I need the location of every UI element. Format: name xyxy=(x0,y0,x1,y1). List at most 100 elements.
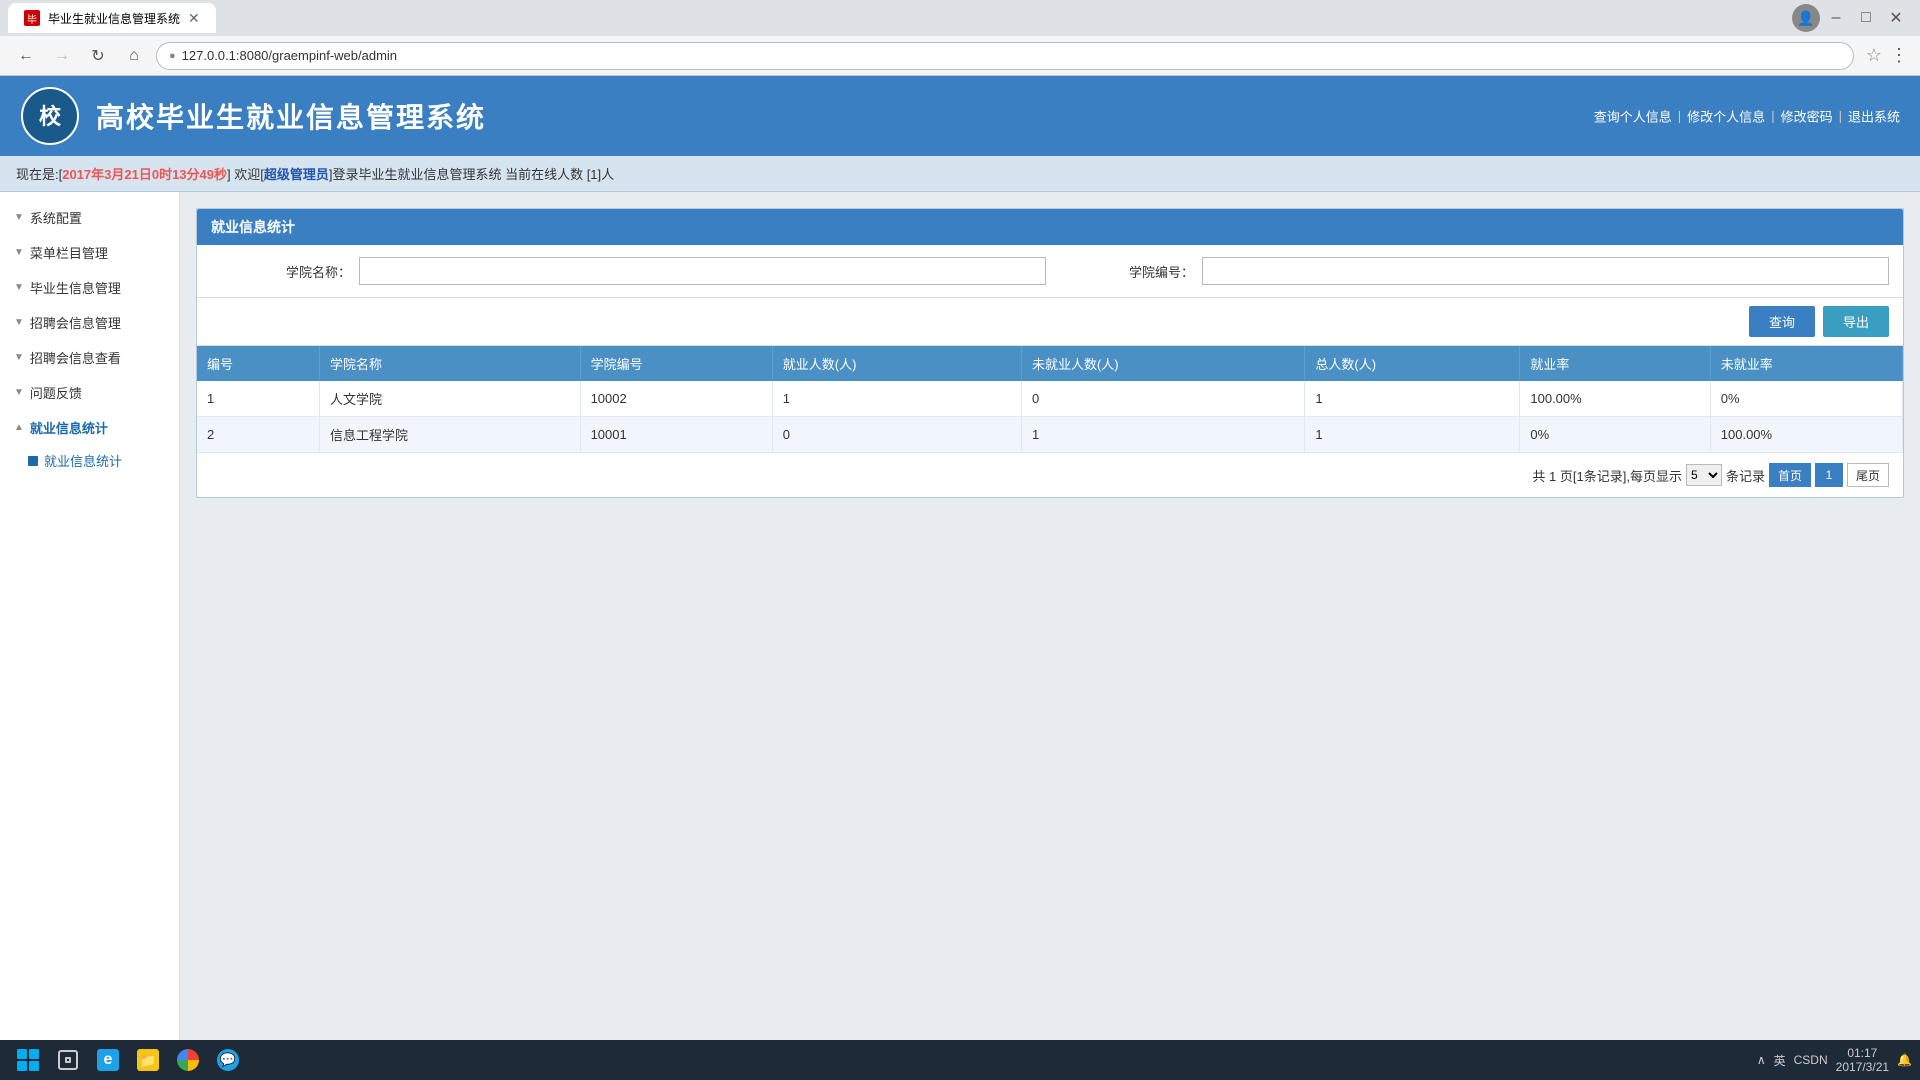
address-bar[interactable]: ● 127.0.0.1:8080/graempinf-web/admin xyxy=(156,42,1854,70)
sidebar-item-graduate-management[interactable]: ▼ 毕业生信息管理 xyxy=(0,270,179,305)
nav-divider-3: | xyxy=(1839,109,1842,124)
browser-window: 毕 毕业生就业信息管理系统 ✕ 👤 – □ ✕ ← → ↻ ⌂ ● 127.0.… xyxy=(0,0,1920,1078)
page-1-button[interactable]: 1 xyxy=(1815,463,1843,487)
pagination: 共 1 页[1条记录],每页显示 5 10 20 50 条记录 首页 1 尾页 xyxy=(197,453,1903,497)
search-actions: 查询 导出 xyxy=(197,298,1903,346)
status-bar: 现在是:[2017年3月21日0时13分49秒] 欢迎[超级管理员]登录毕业生就… xyxy=(0,156,1920,192)
arrow-icon-feedback: ▼ xyxy=(14,387,24,398)
current-datetime: 2017年3月21日0时13分49秒 xyxy=(62,167,227,182)
logo-svg: 校 xyxy=(20,86,80,146)
bookmark-button[interactable]: ☆ xyxy=(1866,45,1882,66)
first-page-button[interactable]: 首页 xyxy=(1769,463,1811,487)
username-display: 超级管理员 xyxy=(264,167,329,182)
main-content: 就业信息统计 学院名称： 学院编号： 查询 导出 xyxy=(180,192,1920,1078)
col-header-employ-rate: 就业率 xyxy=(1520,346,1710,381)
query-button[interactable]: 查询 xyxy=(1749,306,1815,337)
arrow-icon-employment: ▲ xyxy=(14,422,24,433)
subitem-square-icon xyxy=(28,456,38,466)
school-code-label: 学院编号： xyxy=(1054,262,1194,281)
sidebar-item-job-fair-management[interactable]: ▼ 招聘会信息管理 xyxy=(0,305,179,340)
browser-tab[interactable]: 毕 毕业生就业信息管理系统 ✕ xyxy=(8,3,216,33)
cell-employ-rate-2: 0% xyxy=(1520,417,1710,453)
cell-school-name-1: 人文学院 xyxy=(319,381,580,417)
clock-time: 01:17 xyxy=(1847,1046,1877,1060)
status-suffix: ]登录毕业生就业信息管理系统 当前在线人数 [1]人 xyxy=(329,167,614,182)
school-name-label: 学院名称： xyxy=(211,262,351,281)
tab-close-button[interactable]: ✕ xyxy=(188,10,200,27)
header-nav: 查询个人信息 | 修改个人信息 | 修改密码 | 退出系统 xyxy=(1594,107,1900,126)
forward-button[interactable]: → xyxy=(48,42,76,70)
pagination-suffix: 条记录 xyxy=(1726,466,1765,485)
cell-total-1: 1 xyxy=(1305,381,1520,417)
browser-titlebar: 毕 毕业生就业信息管理系统 ✕ 👤 – □ ✕ xyxy=(0,0,1920,36)
per-page-select[interactable]: 5 10 20 50 xyxy=(1686,464,1722,486)
profile-icon[interactable]: 👤 xyxy=(1792,4,1820,32)
sidebar-label-employment: 就业信息统计 xyxy=(30,418,108,437)
school-name-input[interactable] xyxy=(359,257,1046,285)
notification-icon[interactable]: 🔔 xyxy=(1897,1053,1912,1067)
status-mid: ] 欢迎[ xyxy=(227,167,264,182)
browser-controls: ← → ↻ ⌂ ● 127.0.0.1:8080/graempinf-web/a… xyxy=(0,36,1920,76)
cell-id-1: 1 xyxy=(197,381,319,417)
taskbar-lang-icon[interactable]: 英 xyxy=(1774,1052,1786,1069)
table-container: 编号 学院名称 学院编号 就业人数(人) 未就业人数(人) 总人数(人) 就业率… xyxy=(197,346,1903,453)
sidebar-item-feedback[interactable]: ▼ 问题反馈 xyxy=(0,375,179,410)
nav-logout[interactable]: 退出系统 xyxy=(1848,107,1900,126)
nav-change-password[interactable]: 修改密码 xyxy=(1781,107,1833,126)
cell-employ-rate-1: 100.00% xyxy=(1520,381,1710,417)
chrome-taskbar-button[interactable] xyxy=(170,1042,206,1078)
chrome-menu-button[interactable]: ⋮ xyxy=(1890,45,1908,66)
reload-button[interactable]: ↻ xyxy=(84,42,112,70)
nav-query-profile[interactable]: 查询个人信息 xyxy=(1594,107,1672,126)
table-row: 2 信息工程学院 10001 0 1 1 0% 100.00% xyxy=(197,417,1903,453)
cell-unemploy-rate-2: 100.00% xyxy=(1710,417,1902,453)
security-icon: ● xyxy=(169,50,176,62)
sidebar-item-job-fair-view[interactable]: ▼ 招聘会信息查看 xyxy=(0,340,179,375)
col-header-school-name: 学院名称 xyxy=(319,346,580,381)
file-explorer-button[interactable]: 📁 xyxy=(130,1042,166,1078)
sidebar-label-system-config: 系统配置 xyxy=(30,208,82,227)
cell-unemployed-1: 0 xyxy=(1021,381,1304,417)
cell-school-code-1: 10002 xyxy=(580,381,772,417)
nav-divider-2: | xyxy=(1771,109,1774,124)
back-button[interactable]: ← xyxy=(12,42,40,70)
home-button[interactable]: ⌂ xyxy=(120,42,148,70)
cell-school-code-2: 10001 xyxy=(580,417,772,453)
sidebar-subitem-employment-stats[interactable]: 就业信息统计 xyxy=(0,445,179,476)
minimize-button[interactable]: – xyxy=(1822,4,1850,32)
app-logo: 校 xyxy=(20,86,80,146)
maximize-button[interactable]: □ xyxy=(1852,4,1880,32)
sidebar-item-menu-management[interactable]: ▼ 菜单栏目管理 xyxy=(0,235,179,270)
cell-unemployed-2: 1 xyxy=(1021,417,1304,453)
school-code-input[interactable] xyxy=(1202,257,1889,285)
sidebar-label-feedback: 问题反馈 xyxy=(30,383,82,402)
clock-date: 2017/3/21 xyxy=(1836,1060,1889,1074)
cell-school-name-2: 信息工程学院 xyxy=(319,417,580,453)
close-button[interactable]: ✕ xyxy=(1882,4,1910,32)
search-form: 学院名称： 学院编号： xyxy=(197,245,1903,298)
nav-edit-profile[interactable]: 修改个人信息 xyxy=(1687,107,1765,126)
ie-button[interactable]: e xyxy=(90,1042,126,1078)
tab-title: 毕业生就业信息管理系统 xyxy=(48,10,180,27)
col-header-employed: 就业人数(人) xyxy=(772,346,1021,381)
table-row: 1 人文学院 10002 1 0 1 100.00% 0% xyxy=(197,381,1903,417)
sidebar-label-menu: 菜单栏目管理 xyxy=(30,243,108,262)
arrow-icon-graduate: ▼ xyxy=(14,282,24,293)
pagination-summary: 共 1 页[1条记录],每页显示 xyxy=(1532,466,1682,485)
cell-total-2: 1 xyxy=(1305,417,1520,453)
last-page-button[interactable]: 尾页 xyxy=(1847,463,1889,487)
qq-button[interactable]: 💬 xyxy=(210,1042,246,1078)
taskbar-arrow-icon[interactable]: ∧ xyxy=(1757,1053,1766,1067)
app-title: 高校毕业生就业信息管理系统 xyxy=(96,96,486,136)
col-header-total: 总人数(人) xyxy=(1305,346,1520,381)
start-button[interactable] xyxy=(10,1042,46,1078)
nav-divider-1: | xyxy=(1678,109,1681,124)
task-view-button[interactable] xyxy=(50,1042,86,1078)
cell-unemploy-rate-1: 0% xyxy=(1710,381,1902,417)
taskbar-clock[interactable]: 01:17 2017/3/21 xyxy=(1836,1046,1889,1074)
taskbar-csdn-icon: CSDN xyxy=(1794,1053,1828,1067)
sidebar-label-jobfair: 招聘会信息管理 xyxy=(30,313,121,332)
export-button[interactable]: 导出 xyxy=(1823,306,1889,337)
sidebar-item-employment-stats[interactable]: ▲ 就业信息统计 xyxy=(0,410,179,445)
sidebar-item-system-config[interactable]: ▼ 系统配置 xyxy=(0,200,179,235)
